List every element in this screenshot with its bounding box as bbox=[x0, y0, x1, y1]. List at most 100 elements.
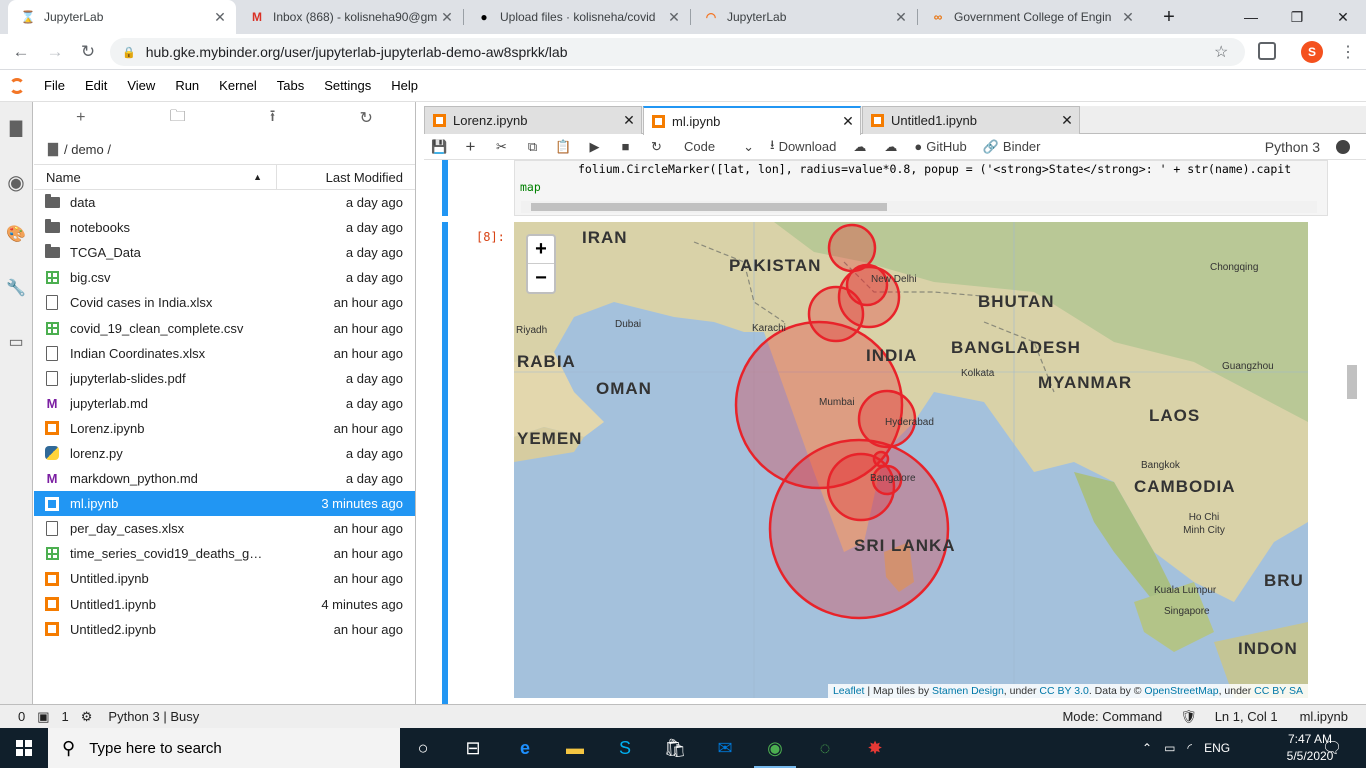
name-column-header[interactable]: Name ▲ bbox=[34, 165, 277, 189]
close-tab-icon[interactable]: ✕ bbox=[891, 9, 911, 26]
close-tab-icon[interactable]: ✕ bbox=[210, 9, 230, 26]
stamen-link[interactable]: Stamen Design bbox=[932, 685, 1004, 697]
menu-view[interactable]: View bbox=[117, 78, 165, 93]
close-tab-icon[interactable]: ✕ bbox=[836, 113, 860, 130]
bookmark-star-icon[interactable]: ☆ bbox=[1214, 42, 1228, 62]
new-folder-icon[interactable]: 🗀 bbox=[170, 105, 186, 132]
edge-icon[interactable]: e bbox=[500, 728, 550, 768]
minimize-button[interactable]: — bbox=[1228, 0, 1274, 34]
file-row[interactable]: Lorenz.ipynb an hour ago bbox=[34, 416, 415, 441]
palette-icon[interactable]: 🎨 bbox=[6, 224, 26, 244]
terminal-count[interactable]: 0 bbox=[18, 709, 25, 724]
browser-tab-github[interactable]: ● Upload files · kolisneha/covid ✕ bbox=[464, 0, 690, 34]
new-tab-button[interactable]: + bbox=[1146, 0, 1192, 34]
binder-button[interactable]: 🔗 Binder bbox=[975, 139, 1049, 155]
github-button[interactable]: ● GitHub bbox=[906, 139, 974, 154]
folium-map[interactable]: IRAN PAKISTAN BHUTAN INDIA BANGLADESH RA… bbox=[514, 222, 1308, 698]
modified-column-header[interactable]: Last Modified bbox=[277, 170, 415, 185]
download-button[interactable]: ⭳ Download bbox=[762, 136, 844, 158]
reload-icon[interactable]: ↻ bbox=[77, 41, 99, 63]
close-tab-icon[interactable]: ✕ bbox=[437, 9, 457, 26]
start-button[interactable] bbox=[0, 728, 48, 768]
restart-icon[interactable]: ↻ bbox=[641, 139, 672, 155]
battery-icon[interactable]: ▭ bbox=[1164, 741, 1175, 755]
chrome-icon[interactable]: ◉ bbox=[750, 728, 800, 768]
browser-tab-gmail[interactable]: M Inbox (868) - kolisneha90@gm ✕ bbox=[237, 0, 463, 34]
upload-icon[interactable]: ⭱ bbox=[270, 105, 276, 132]
cut-icon[interactable]: ✂ bbox=[486, 139, 517, 155]
insert-cell-icon[interactable]: + bbox=[455, 137, 486, 157]
code-cell[interactable]: folium.CircleMarker([lat, lon], radius=v… bbox=[514, 160, 1328, 216]
browser-tab-jupyterlab-2[interactable]: ◠ JupyterLab ✕ bbox=[691, 0, 917, 34]
cortana-icon[interactable]: ○ bbox=[398, 728, 448, 768]
cloud-download-icon[interactable]: ☁ bbox=[875, 139, 906, 155]
menu-help[interactable]: Help bbox=[381, 78, 428, 93]
tabs-icon[interactable]: ▭ bbox=[6, 332, 26, 352]
file-explorer-icon[interactable]: ▬ bbox=[550, 728, 600, 768]
file-row[interactable]: Untitled1.ipynb 4 minutes ago bbox=[34, 592, 415, 617]
file-row[interactable]: time_series_covid19_deaths_glob... an hou… bbox=[34, 541, 415, 566]
file-row[interactable]: notebooks a day ago bbox=[34, 215, 415, 240]
horizontal-scrollbar[interactable] bbox=[521, 201, 1317, 213]
file-row[interactable]: lorenz.py a day ago bbox=[34, 441, 415, 466]
running-icon[interactable]: ◉ bbox=[6, 172, 26, 194]
menu-kernel[interactable]: Kernel bbox=[209, 78, 267, 93]
forward-icon[interactable]: → bbox=[44, 41, 66, 63]
menu-tabs[interactable]: Tabs bbox=[267, 78, 314, 93]
tab-ml-ipynb[interactable]: ml.ipynb ✕ bbox=[643, 106, 861, 135]
menu-run[interactable]: Run bbox=[165, 78, 209, 93]
file-row[interactable]: jupyterlab-slides.pdf a day ago bbox=[34, 366, 415, 391]
wifi-icon[interactable]: ◜ bbox=[1187, 741, 1192, 755]
maximize-button[interactable]: ❐ bbox=[1274, 0, 1320, 34]
notifications-icon[interactable]: 🗨 bbox=[1322, 728, 1342, 768]
back-icon[interactable]: ← bbox=[10, 41, 32, 63]
store-icon[interactable]: 🛍 bbox=[650, 728, 700, 768]
task-view-icon[interactable]: ⊟ bbox=[448, 728, 498, 768]
cursor-position[interactable]: Ln 1, Col 1 bbox=[1215, 709, 1278, 724]
browser-menu-icon[interactable]: ⋮ bbox=[1340, 42, 1356, 62]
folder-icon[interactable]: ▇ bbox=[6, 118, 26, 138]
file-row[interactable]: Untitled.ipynb an hour ago bbox=[34, 566, 415, 591]
vertical-scrollbar[interactable] bbox=[1344, 160, 1358, 698]
file-row[interactable]: TCGA_Data a day ago bbox=[34, 240, 415, 265]
skype-icon[interactable]: S bbox=[600, 728, 650, 768]
close-tab-icon[interactable]: ✕ bbox=[1055, 112, 1079, 129]
zoom-out-button[interactable]: − bbox=[528, 264, 554, 292]
file-row[interactable]: Indian Coordinates.xlsx an hour ago bbox=[34, 341, 415, 366]
kernel-name[interactable]: Python 3 bbox=[1265, 139, 1320, 155]
leaflet-link[interactable]: Leaflet bbox=[833, 685, 865, 697]
file-row[interactable]: per_day_cases.xlsx an hour ago bbox=[34, 516, 415, 541]
file-row[interactable]: ml.ipynb 3 minutes ago bbox=[34, 491, 415, 517]
taskbar-search[interactable]: ⚲ Type here to search bbox=[48, 728, 400, 768]
tab-lorenz-ipynb[interactable]: Lorenz.ipynb ✕ bbox=[424, 106, 642, 134]
save-icon[interactable]: 💾 bbox=[424, 139, 455, 155]
scroll-thumb[interactable] bbox=[1347, 365, 1357, 399]
wrench-icon[interactable]: 🔧 bbox=[6, 278, 26, 298]
file-row[interactable]: covid_19_clean_complete.csv an hour ago bbox=[34, 315, 415, 340]
browser-tab-colab[interactable]: ∞ Government College of Engin ✕ bbox=[918, 0, 1144, 34]
close-tab-icon[interactable]: ✕ bbox=[1118, 9, 1138, 26]
kernel-status[interactable]: Python 3 | Busy bbox=[108, 709, 199, 724]
kernel-count[interactable]: 1 bbox=[62, 709, 69, 724]
app-web-icon[interactable]: ✸ bbox=[850, 728, 900, 768]
run-icon[interactable]: ▶ bbox=[579, 139, 610, 155]
file-row[interactable]: Covid cases in India.xlsx an hour ago bbox=[34, 290, 415, 315]
file-row[interactable]: Mjupyterlab.md a day ago bbox=[34, 391, 415, 416]
cell-type-select[interactable]: Code ⌄ bbox=[672, 139, 762, 155]
chevron-up-icon[interactable]: ⌃ bbox=[1142, 741, 1152, 755]
cc-by-sa-link[interactable]: CC BY SA bbox=[1254, 685, 1303, 697]
language-indicator[interactable]: ENG bbox=[1204, 741, 1230, 755]
stop-icon[interactable]: ■ bbox=[610, 139, 641, 154]
file-row[interactable]: big.csv a day ago bbox=[34, 265, 415, 290]
menu-edit[interactable]: Edit bbox=[75, 78, 117, 93]
browser-tab-jupyterlab[interactable]: ⌛ JupyterLab ✕ bbox=[8, 0, 236, 34]
refresh-icon[interactable]: ↻ bbox=[360, 108, 373, 128]
app-ring-icon[interactable]: ◌ bbox=[800, 728, 850, 768]
file-row[interactable]: Untitled2.ipynb an hour ago bbox=[34, 617, 415, 642]
breadcrumb-path[interactable]: / demo / bbox=[64, 142, 111, 157]
close-window-button[interactable]: ✕ bbox=[1320, 0, 1366, 34]
close-tab-icon[interactable]: ✕ bbox=[664, 9, 684, 26]
menu-file[interactable]: File bbox=[34, 78, 75, 93]
tab-untitled1-ipynb[interactable]: Untitled1.ipynb ✕ bbox=[862, 106, 1080, 134]
cc-by-link[interactable]: CC BY 3.0 bbox=[1039, 685, 1088, 697]
